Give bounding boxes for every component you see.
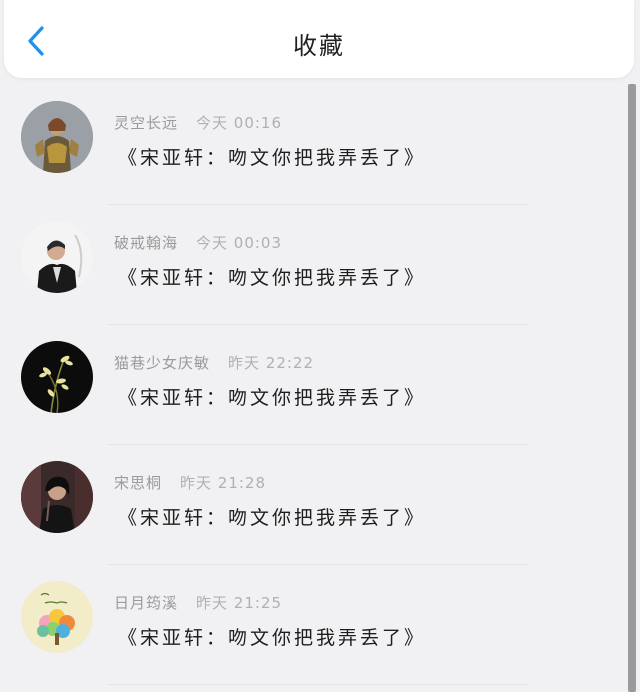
list-item[interactable]: 猫巷少女庆敏 昨天 22:22 《宋亚轩：吻文你把我弄丢了》 — [0, 325, 628, 445]
item-content[interactable]: 《宋亚轩：吻文你把我弄丢了》 — [118, 263, 426, 290]
timestamp: 昨天 21:25 — [196, 594, 283, 612]
dark-portrait-avatar[interactable] — [21, 461, 93, 533]
username[interactable]: 宋思桐 — [114, 474, 162, 492]
item-meta: 宋思桐 昨天 21:28 — [114, 472, 266, 493]
man-in-suit-avatar[interactable] — [21, 221, 93, 293]
item-content[interactable]: 《宋亚轩：吻文你把我弄丢了》 — [118, 503, 426, 530]
list-item[interactable]: 日月筠溪 昨天 21:25 《宋亚轩：吻文你把我弄丢了》 — [0, 565, 628, 685]
item-content[interactable]: 《宋亚轩：吻文你把我弄丢了》 — [118, 143, 426, 170]
username[interactable]: 日月筠溪 — [114, 594, 178, 612]
item-meta: 破戒翰海 今天 00:03 — [114, 232, 282, 253]
item-meta: 猫巷少女庆敏 昨天 22:22 — [114, 352, 314, 373]
timestamp: 今天 00:03 — [196, 234, 283, 252]
timestamp: 今天 00:16 — [196, 114, 283, 132]
timestamp: 昨天 22:22 — [228, 354, 315, 372]
item-meta: 灵空长远 今天 00:16 — [114, 112, 282, 133]
colorful-tree-drawing-avatar[interactable] — [21, 581, 93, 653]
armored-warrior-avatar[interactable] — [21, 101, 93, 173]
top-bar: 收藏 — [4, 0, 634, 78]
item-meta: 日月筠溪 昨天 21:25 — [114, 592, 282, 613]
item-content[interactable]: 《宋亚轩：吻文你把我弄丢了》 — [118, 623, 426, 650]
timestamp: 昨天 21:28 — [180, 474, 267, 492]
list-item[interactable]: 破戒翰海 今天 00:03 《宋亚轩：吻文你把我弄丢了》 — [0, 205, 628, 325]
list-item[interactable]: 宋思桐 昨天 21:28 《宋亚轩：吻文你把我弄丢了》 — [0, 445, 628, 565]
favorites-list: 灵空长远 今天 00:16 《宋亚轩：吻文你把我弄丢了》 破戒翰海 今天 00:03… — [0, 85, 628, 692]
username[interactable]: 猫巷少女庆敏 — [114, 354, 210, 372]
page-title: 收藏 — [293, 32, 345, 60]
divider — [108, 684, 528, 685]
username[interactable]: 灵空长远 — [114, 114, 178, 132]
username[interactable]: 破戒翰海 — [114, 234, 178, 252]
orchid-flower-avatar[interactable] — [21, 341, 93, 413]
scrollbar[interactable] — [628, 84, 636, 692]
item-content[interactable]: 《宋亚轩：吻文你把我弄丢了》 — [118, 383, 426, 410]
list-item[interactable]: 灵空长远 今天 00:16 《宋亚轩：吻文你把我弄丢了》 — [0, 85, 628, 205]
